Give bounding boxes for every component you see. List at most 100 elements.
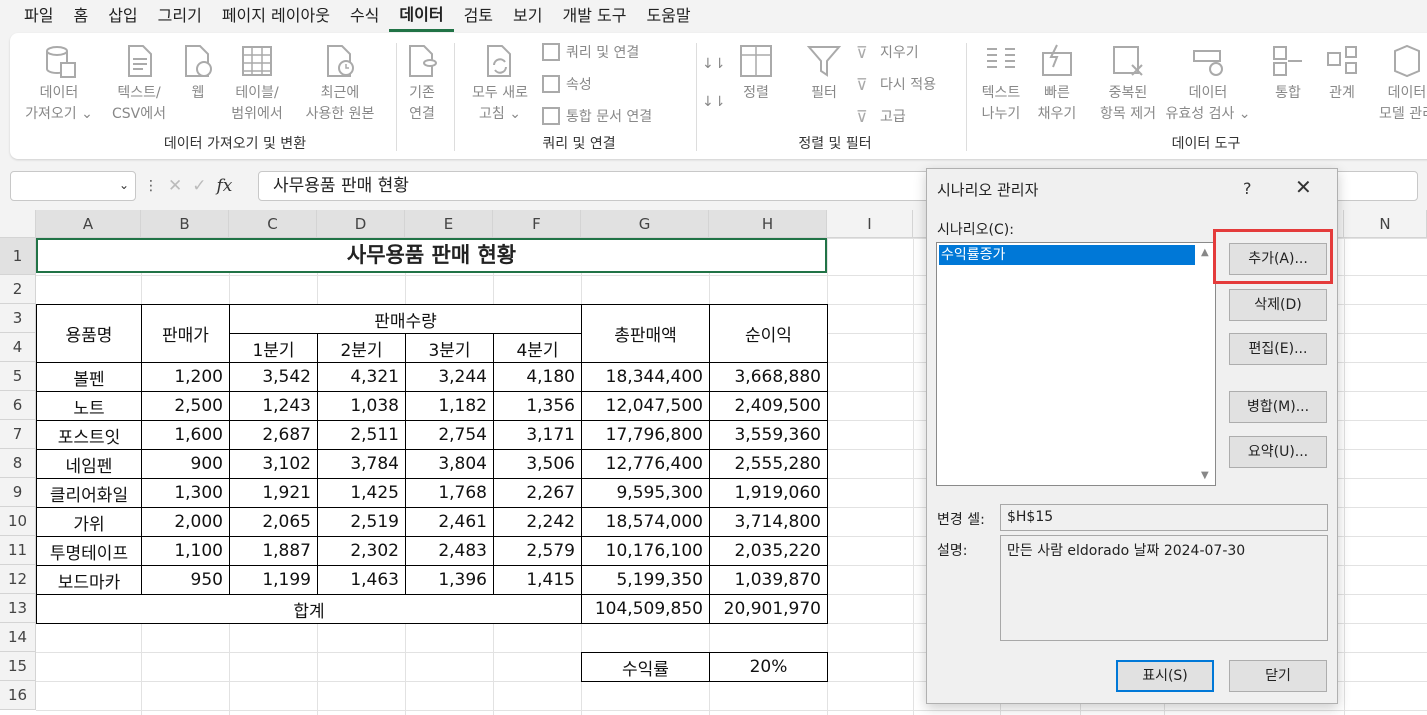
row-header[interactable]: 14 — [0, 623, 36, 652]
data-cell[interactable]: 1,396 — [405, 565, 494, 595]
menu-item-9[interactable]: 개발 도구 — [552, 0, 636, 32]
consolidate-button[interactable]: 통합 — [1266, 43, 1310, 104]
data-cell[interactable]: 1,919,060 — [709, 478, 828, 508]
data-cell[interactable]: 12,047,500 — [581, 391, 710, 421]
close-button[interactable]: 닫기 — [1229, 660, 1327, 692]
sort-desc-button[interactable]: ↓⇂ — [702, 91, 725, 113]
header-cell[interactable]: 2분기 — [317, 333, 406, 363]
sort-button[interactable]: 정렬 — [736, 43, 776, 104]
row-header[interactable]: 10 — [0, 507, 36, 536]
header-cell[interactable]: 용품명 — [36, 304, 142, 363]
menu-item-6[interactable]: 데이터 — [389, 0, 454, 32]
data-cell[interactable]: 18,574,000 — [581, 507, 710, 537]
scroll-up-icon[interactable]: ▲ — [1201, 247, 1209, 258]
sum-label-cell[interactable]: 합계 — [36, 594, 582, 624]
data-cell[interactable]: 2,000 — [141, 507, 230, 537]
advanced-filter-button[interactable]: ⊽ 고급 — [856, 105, 906, 127]
relationships-button[interactable]: 관계 — [1320, 43, 1364, 104]
row-header[interactable]: 2 — [0, 275, 36, 304]
remove-duplicates-button[interactable]: 중복된 항목 제거 — [1092, 43, 1164, 125]
row-header[interactable]: 8 — [0, 449, 36, 478]
sum-profit-cell[interactable]: 20,901,970 — [709, 594, 828, 624]
existing-connections-button[interactable]: 기존 연결 — [402, 43, 442, 125]
data-cell[interactable]: 2,302 — [317, 536, 406, 566]
edit-links-button[interactable]: 통합 문서 연결 — [542, 105, 652, 127]
data-cell[interactable]: 4,321 — [317, 362, 406, 392]
data-cell[interactable]: 3,506 — [493, 449, 582, 479]
data-cell[interactable]: 3,102 — [229, 449, 318, 479]
row-header[interactable]: 12 — [0, 565, 36, 594]
help-icon[interactable]: ? — [1243, 179, 1252, 198]
data-cell[interactable]: 포스트잇 — [36, 420, 142, 450]
header-cell[interactable]: 3분기 — [405, 333, 494, 363]
data-cell[interactable]: 3,171 — [493, 420, 582, 450]
data-cell[interactable]: 1,200 — [141, 362, 230, 392]
web-button[interactable]: 웹 — [180, 43, 216, 104]
data-cell[interactable]: 2,555,280 — [709, 449, 828, 479]
data-cell[interactable]: 3,804 — [405, 449, 494, 479]
text-csv-button[interactable]: 텍스트/CSV에서 — [106, 43, 172, 125]
sum-total-cell[interactable]: 104,509,850 — [581, 594, 710, 624]
header-cell[interactable]: 1분기 — [229, 333, 318, 363]
data-cell[interactable]: 노트 — [36, 391, 142, 421]
data-cell[interactable]: 투명테이프 — [36, 536, 142, 566]
queries-connections-button[interactable]: 쿼리 및 연결 — [542, 41, 639, 63]
data-cell[interactable]: 3,668,880 — [709, 362, 828, 392]
data-cell[interactable]: 1,887 — [229, 536, 318, 566]
row-header[interactable]: 15 — [0, 652, 36, 681]
data-cell[interactable]: 1,243 — [229, 391, 318, 421]
menu-item-3[interactable]: 그리기 — [148, 0, 212, 32]
column-header[interactable]: G — [581, 210, 709, 238]
column-header[interactable]: H — [709, 210, 827, 238]
data-cell[interactable]: 1,182 — [405, 391, 494, 421]
row-header[interactable]: 7 — [0, 420, 36, 449]
row-header[interactable]: 9 — [0, 478, 36, 507]
row-header[interactable]: 4 — [0, 333, 36, 362]
row-header[interactable]: 6 — [0, 391, 36, 420]
data-cell[interactable]: 볼펜 — [36, 362, 142, 392]
rate-label-cell[interactable]: 수익률 — [581, 652, 710, 682]
data-cell[interactable]: 1,199 — [229, 565, 318, 595]
row-header[interactable]: 3 — [0, 304, 36, 333]
summary-button[interactable]: 요약(U)... — [1229, 436, 1327, 468]
data-cell[interactable]: 2,035,220 — [709, 536, 828, 566]
insert-function-icon[interactable]: fx — [217, 176, 233, 196]
sort-asc-button[interactable]: ↓⇂ — [702, 53, 725, 75]
sheet-title-cell[interactable]: 사무용품 판매 현황 — [36, 238, 827, 273]
data-cell[interactable]: 2,519 — [317, 507, 406, 537]
column-header[interactable]: I — [827, 210, 913, 238]
data-cell[interactable]: 3,784 — [317, 449, 406, 479]
data-cell[interactable]: 900 — [141, 449, 230, 479]
data-cell[interactable]: 1,038 — [317, 391, 406, 421]
data-cell[interactable]: 2,500 — [141, 391, 230, 421]
header-cell[interactable]: 4분기 — [493, 333, 582, 363]
flash-fill-button[interactable]: 빠른 채우기 — [1032, 43, 1082, 125]
refresh-all-button[interactable]: 모두 새로 고침 ⌄ — [464, 43, 536, 125]
data-cell[interactable]: 1,300 — [141, 478, 230, 508]
menu-item-2[interactable]: 삽입 — [98, 0, 147, 32]
header-cell[interactable]: 순이익 — [709, 304, 828, 363]
more-options-icon[interactable]: ⋮ — [144, 178, 158, 194]
data-model-button[interactable]: 데이터모델 관리 — [1374, 43, 1427, 125]
header-cell[interactable]: 판매수량 — [229, 304, 582, 334]
cancel-icon[interactable]: ✕ — [168, 176, 182, 196]
header-cell[interactable]: 판매가 — [141, 304, 230, 363]
data-cell[interactable]: 2,267 — [493, 478, 582, 508]
data-cell[interactable]: 4,180 — [493, 362, 582, 392]
chevron-down-icon[interactable]: ⌄ — [119, 178, 129, 192]
data-cell[interactable]: 1,356 — [493, 391, 582, 421]
data-cell[interactable]: 보드마카 — [36, 565, 142, 595]
row-header[interactable]: 13 — [0, 594, 36, 623]
filter-button[interactable]: 필터 — [804, 43, 844, 104]
edit-button[interactable]: 편집(E)... — [1229, 333, 1327, 365]
data-cell[interactable]: 2,409,500 — [709, 391, 828, 421]
data-cell[interactable]: 2,461 — [405, 507, 494, 537]
name-box[interactable]: ⌄ — [10, 171, 136, 201]
header-cell[interactable]: 총판매액 — [581, 304, 710, 363]
recent-sources-button[interactable]: 최근에 사용한 원본 — [294, 43, 386, 125]
data-cell[interactable]: 3,714,800 — [709, 507, 828, 537]
menu-item-7[interactable]: 검토 — [454, 0, 503, 32]
data-cell[interactable]: 17,796,800 — [581, 420, 710, 450]
select-all-corner[interactable] — [0, 210, 36, 238]
rate-value-cell[interactable]: 20% — [709, 652, 828, 682]
